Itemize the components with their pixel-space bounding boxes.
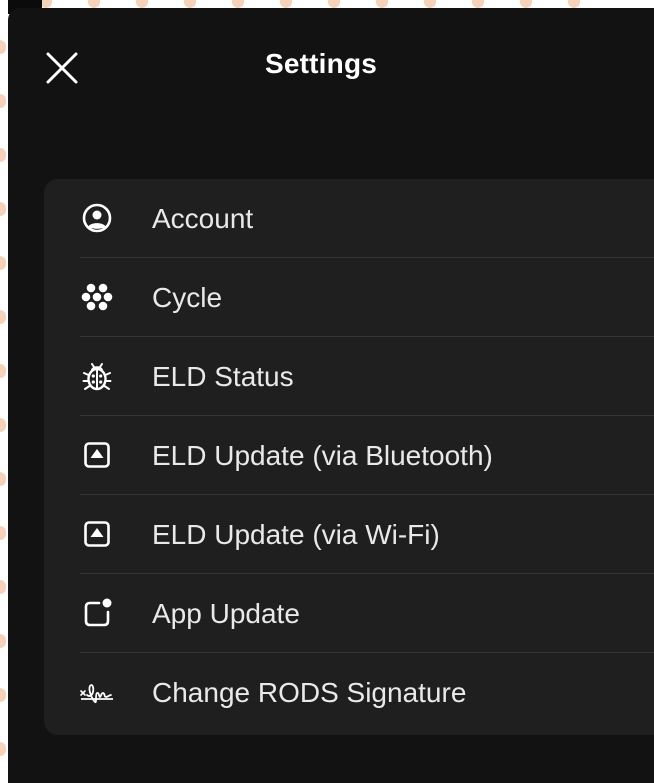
settings-item-app-update[interactable]: App Update (44, 574, 654, 653)
settings-item-label: ELD Update (via Wi-Fi) (152, 519, 440, 550)
settings-item-eld-update-bluetooth[interactable]: ELD Update (via Bluetooth) (44, 416, 654, 495)
settings-sheet: Settings Account Cycle ELD Status ELD Up… (8, 8, 654, 783)
app-badge-icon (80, 596, 114, 630)
settings-item-eld-update-wifi[interactable]: ELD Update (via Wi-Fi) (44, 495, 654, 574)
settings-item-label: Change RODS Signature (152, 677, 467, 708)
cycle-flower-icon (80, 280, 114, 314)
settings-item-label: ELD Update (via Bluetooth) (152, 440, 493, 471)
signature-icon (80, 675, 114, 709)
settings-item-label: Account (152, 203, 254, 234)
screen: Settings Account Cycle ELD Status ELD Up… (0, 0, 654, 783)
account-circle-icon (80, 201, 114, 235)
settings-item-cycle[interactable]: Cycle (44, 258, 654, 337)
background-pattern-top (40, 0, 654, 8)
settings-item-label: App Update (152, 598, 300, 629)
settings-item-account[interactable]: Account (44, 179, 654, 258)
background-pattern-left (0, 40, 8, 783)
settings-item-eld-status[interactable]: ELD Status (44, 337, 654, 416)
bug-icon (80, 359, 114, 393)
settings-item-change-rods-signature[interactable]: Change RODS Signature (44, 653, 654, 732)
upload-box-icon (80, 438, 114, 472)
settings-item-label: Cycle (152, 282, 223, 313)
settings-item-label: ELD Status (152, 361, 294, 392)
page-title: Settings (264, 48, 378, 79)
upload-box-icon (80, 517, 114, 551)
settings-list: Account Cycle ELD Status ELD Update (via… (44, 179, 654, 735)
sheet-header: Settings (8, 8, 654, 118)
